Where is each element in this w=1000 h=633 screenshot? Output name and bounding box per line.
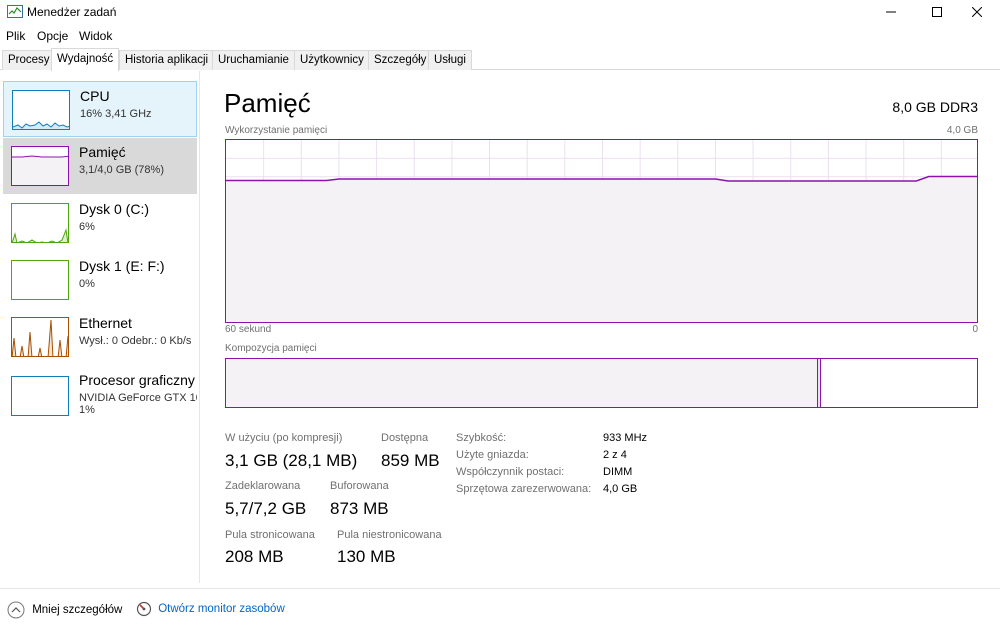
tab-details[interactable]: Szczegóły (368, 50, 433, 70)
memory-usage-chart (226, 140, 977, 322)
disk-1-thumbnail-graph (11, 260, 69, 300)
memory-mini-graph (12, 155, 68, 185)
time-zero-label: 0 (972, 324, 978, 335)
resource-item-ethernet[interactable]: Ethernet Wysł.: 0 Odebr.: 0 Kb/s (3, 309, 197, 365)
speed-value: 933 MHz (603, 432, 648, 444)
paged-pool-value: 208 MB (225, 547, 284, 566)
cached-value: 873 MB (330, 499, 389, 518)
nonpaged-pool-value: 130 MB (337, 547, 396, 566)
resource-value: 0% (79, 278, 95, 290)
less-details-button[interactable]: Mniej szczegółów (7, 601, 122, 619)
resource-item-gpu[interactable]: Procesor graficzny NVIDIA GeForce GTX 10… (3, 366, 197, 428)
usage-area (226, 176, 977, 322)
open-resource-monitor-link[interactable]: Otwórz monitor zasobów (136, 601, 285, 617)
chevron-up-icon (7, 601, 25, 619)
usage-graph-max: 4,0 GB (946, 125, 978, 136)
tab-performance[interactable]: Wydajność (51, 48, 120, 71)
memory-spec: 8,0 GB DDR3 (892, 99, 978, 115)
disk-0-mini-graph (12, 228, 68, 242)
menu-options[interactable]: Opcje (37, 29, 68, 43)
resource-item-memory[interactable]: Pamięć 3,1/4,0 GB (78%) (3, 138, 197, 194)
form-factor-label: Współczynnik postaci: (456, 466, 565, 478)
resource-monitor-icon (136, 601, 152, 617)
tab-users[interactable]: Użytkownicy (294, 50, 370, 70)
memory-composition-bar (225, 358, 978, 408)
resource-name: Dysk 1 (E: F:) (79, 258, 165, 274)
page-title: Pamięć (224, 88, 311, 118)
usage-graph-label: Wykorzystanie pamięci (225, 125, 328, 136)
tab-bar: Procesy Wydajność Historia aplikacji Uru… (0, 48, 1000, 71)
slots-used-value: 2 z 4 (603, 449, 627, 461)
hardware-reserved-value: 4,0 GB (603, 483, 638, 495)
task-manager-icon (7, 5, 23, 18)
resource-list: CPU 16% 3,41 GHz Pamięć 3,1/4,0 GB (78%)… (0, 71, 200, 583)
title-bar: Menedżer zadań (0, 0, 1000, 24)
memory-usage-graph (225, 139, 978, 323)
tab-app-history[interactable]: Historia aplikacji (119, 50, 215, 70)
in-use-value: 3,1 GB (28,1 MB) (225, 451, 358, 470)
resource-value: Wysł.: 0 Odebr.: 0 Kb/s (79, 335, 192, 347)
paged-pool-label: Pula stronicowana (225, 529, 315, 541)
close-icon (972, 7, 982, 17)
resource-name: Pamięć (79, 144, 126, 160)
resource-value: 6% (79, 221, 95, 233)
committed-label: Zadeklarowana (225, 480, 301, 492)
close-button[interactable] (954, 0, 1000, 24)
resource-value: 3,1/4,0 GB (78%) (79, 164, 164, 176)
composition-label: Kompozycja pamięci (225, 343, 317, 354)
cpu-mini-graph (13, 121, 69, 129)
resource-value: 16% 3,41 GHz (80, 108, 152, 120)
tab-services[interactable]: Usługi (428, 50, 472, 70)
window-title: Menedżer zadań (27, 5, 117, 19)
resource-item-cpu[interactable]: CPU 16% 3,41 GHz (3, 81, 197, 137)
resource-name: Ethernet (79, 315, 132, 331)
cached-label: Buforowana (330, 480, 389, 492)
menu-view[interactable]: Widok (79, 29, 112, 43)
menu-file[interactable]: Plik (6, 29, 25, 43)
cpu-thumbnail-graph (12, 90, 70, 130)
disk-0-thumbnail-graph (11, 203, 69, 243)
nonpaged-pool-label: Pula niestronicowana (337, 529, 442, 541)
resource-item-disk-1[interactable]: Dysk 1 (E: F:) 0% (3, 252, 197, 308)
form-factor-value: DIMM (603, 466, 633, 478)
in-use-label: W użyciu (po kompresji) (225, 432, 343, 444)
committed-value: 5,7/7,2 GB (225, 499, 307, 518)
minimize-button[interactable] (868, 0, 914, 24)
tab-startup[interactable]: Uruchamianie (212, 50, 295, 70)
slots-used-label: Użyte gniazda: (456, 449, 529, 461)
ethernet-mini-graph (12, 319, 68, 356)
maximize-icon (932, 7, 942, 17)
resource-value: NVIDIA GeForce GTX 10 (79, 392, 197, 404)
footer-bar: Mniej szczegółów Otwórz monitor zasobów (0, 588, 1000, 633)
less-details-label: Mniej szczegółów (32, 604, 123, 616)
resource-name: CPU (80, 88, 110, 104)
speed-label: Szybkość: (456, 432, 507, 444)
memory-thumbnail-graph (11, 146, 69, 186)
composition-in-use (226, 359, 818, 407)
resource-item-disk-0[interactable]: Dysk 0 (C:) 6% (3, 195, 197, 251)
resource-usage: 1% (79, 404, 95, 416)
available-label: Dostępna (381, 432, 429, 444)
hardware-reserved-label: Sprzętowa zarezerwowana: (456, 483, 592, 495)
menu-bar: Plik Opcje Widok (0, 26, 1000, 46)
resource-name: Dysk 0 (C:) (79, 201, 149, 217)
minimize-icon (886, 11, 896, 13)
resource-name: Procesor graficzny (79, 372, 195, 388)
gpu-thumbnail-graph (11, 376, 69, 416)
resource-monitor-label: Otwórz monitor zasobów (158, 603, 285, 615)
composition-modified (818, 359, 821, 407)
tab-processes[interactable]: Procesy (2, 50, 56, 70)
time-span-label: 60 sekund (225, 324, 272, 335)
ethernet-thumbnail-graph (11, 317, 69, 357)
available-value: 859 MB (381, 451, 440, 470)
